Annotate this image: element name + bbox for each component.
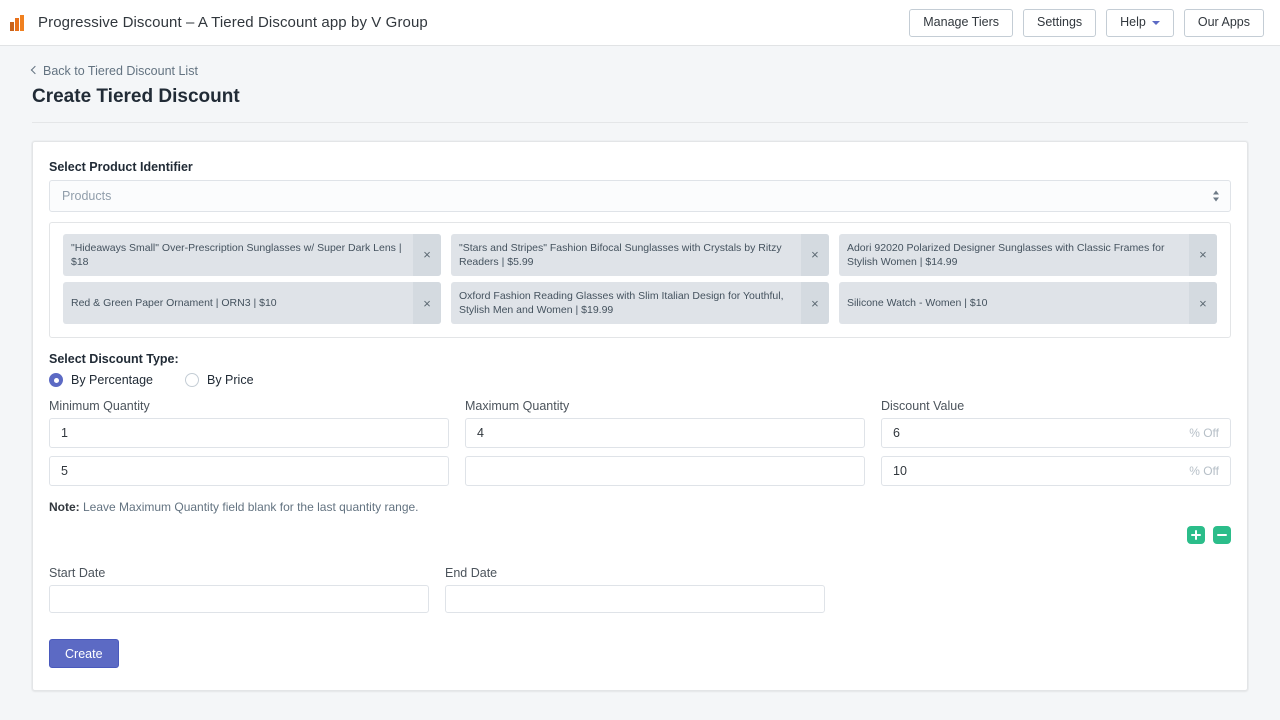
top-bar: Progressive Discount – A Tiered Discount… (0, 0, 1280, 46)
discount-value-label: Discount Value (881, 399, 965, 414)
app-title: Progressive Discount – A Tiered Discount… (38, 14, 428, 31)
page-container: Back to Tiered Discount List Create Tier… (0, 46, 1280, 692)
end-date-column: End Date (445, 566, 825, 621)
product-tag-label: Adori 92020 Polarized Designer Sunglasse… (846, 241, 1165, 268)
radio-by-price-input[interactable] (185, 373, 199, 388)
help-label: Help (1120, 15, 1146, 30)
product-tag-label: "Stars and Stripes" Fashion Bifocal Sung… (458, 241, 782, 268)
min-quantity-value-2: 5 (61, 464, 68, 479)
tag-cell: "Stars and Stripes" Fashion Bifocal Sung… (446, 231, 834, 279)
remove-product-icon[interactable]: × (800, 281, 829, 325)
product-tag: Adori 92020 Polarized Designer Sunglasse… (838, 233, 1217, 276)
back-link-label: Back to Tiered Discount List (43, 63, 198, 78)
max-quantity-note: Note: Leave Maximum Quantity field blank… (49, 500, 1231, 514)
chevron-up-icon (1213, 190, 1219, 194)
discount-suffix-2: % Off (1189, 464, 1219, 479)
min-quantity-value-1: 1 (61, 426, 68, 441)
product-tag: Silicone Watch - Women | $10 × (838, 281, 1217, 325)
start-date-column: Start Date (49, 566, 429, 621)
min-quantity-column: Minimum Quantity 1 5 (49, 399, 449, 494)
radio-by-price-label: By Price (207, 373, 254, 388)
discount-value-column: Discount Value 6 % Off 10 % Off (881, 399, 1231, 494)
max-quantity-input-row-1[interactable]: 4 (465, 418, 865, 449)
remove-product-icon[interactable]: × (412, 233, 441, 276)
tier-grid: Minimum Quantity 1 5 Maximum Quantity 4 … (49, 399, 1231, 494)
select-stepper-icon (1213, 190, 1219, 201)
back-to-list-link[interactable]: Back to Tiered Discount List (30, 63, 198, 78)
product-tag-label: Oxford Fashion Reading Glasses with Slim… (458, 289, 784, 317)
chevron-left-icon (30, 65, 40, 75)
max-quantity-input-row-2[interactable] (465, 456, 865, 487)
start-date-input[interactable] (49, 585, 429, 614)
minus-icon[interactable] (1213, 526, 1231, 545)
product-tag: "Hideaways Small" Over-Prescription Sung… (63, 233, 441, 276)
tag-cell: Adori 92020 Polarized Designer Sunglasse… (834, 231, 1222, 279)
product-tag-label: Silicone Watch - Women | $10 (846, 296, 988, 309)
product-select-placeholder: Products (62, 188, 112, 203)
chevron-down-icon (1151, 20, 1160, 25)
product-select[interactable]: Products (49, 179, 1231, 212)
product-tag: Oxford Fashion Reading Glasses with Slim… (450, 281, 829, 325)
discount-value-2: 10 (893, 464, 907, 479)
max-quantity-column: Maximum Quantity 4 (465, 399, 865, 494)
remove-product-icon[interactable]: × (800, 233, 829, 276)
min-quantity-input-row-1[interactable]: 1 (49, 418, 449, 449)
settings-button[interactable]: Settings (1022, 8, 1097, 37)
top-bar-actions: Manage Tiers Settings Help Our Apps (909, 8, 1264, 37)
tag-cell: "Hideaways Small" Over-Prescription Sung… (58, 231, 446, 279)
product-tag: "Stars and Stripes" Fashion Bifocal Sung… (450, 233, 829, 276)
start-date-label: Start Date (49, 566, 106, 581)
discount-value-input-row-2[interactable]: 10 % Off (881, 456, 1231, 487)
radio-by-percentage-label: By Percentage (71, 373, 153, 388)
radio-by-price[interactable]: By Price (185, 373, 254, 388)
product-identifier-label: Select Product Identifier (49, 159, 193, 174)
radio-by-percentage[interactable]: By Percentage (49, 373, 153, 388)
remove-product-icon[interactable]: × (1188, 233, 1217, 276)
date-range-row: Start Date End Date (49, 566, 1231, 621)
end-date-label: End Date (445, 566, 498, 581)
header-divider (32, 121, 1248, 123)
tag-cell: Red & Green Paper Ornament | ORN3 | $10 … (58, 279, 446, 327)
discount-type-label: Select Discount Type: (49, 352, 179, 367)
page-title: Create Tiered Discount (32, 85, 240, 107)
manage-tiers-button[interactable]: Manage Tiers (909, 8, 1013, 37)
settings-label: Settings (1036, 15, 1083, 30)
remove-product-icon[interactable]: × (412, 281, 441, 325)
product-tag-label: Red & Green Paper Ornament | ORN3 | $10 (71, 296, 277, 309)
create-button[interactable]: Create (49, 639, 119, 669)
note-text: Leave Maximum Quantity field blank for t… (79, 500, 419, 515)
note-prefix: Note: (49, 500, 80, 515)
tier-row-controls (49, 526, 1231, 545)
discount-value-input-row-1[interactable]: 6 % Off (881, 418, 1231, 449)
remove-product-icon[interactable]: × (1188, 281, 1217, 325)
max-quantity-value-1: 4 (477, 426, 484, 441)
help-button[interactable]: Help (1106, 8, 1174, 37)
our-apps-label: Our Apps (1197, 15, 1250, 30)
create-tiered-discount-card: Select Product Identifier Products "Hide… (32, 140, 1248, 692)
discount-suffix-1: % Off (1189, 426, 1219, 441)
min-quantity-input-row-2[interactable]: 5 (49, 456, 449, 487)
min-quantity-label: Minimum Quantity (49, 399, 150, 414)
our-apps-button[interactable]: Our Apps (1183, 8, 1264, 37)
product-tag-label: "Hideaways Small" Over-Prescription Sung… (71, 241, 402, 268)
app-brand: Progressive Discount – A Tiered Discount… (10, 14, 428, 31)
create-button-label: Create (65, 646, 103, 661)
end-date-input[interactable] (445, 585, 825, 614)
plus-icon[interactable] (1187, 526, 1205, 545)
manage-tiers-label: Manage Tiers (923, 15, 999, 30)
selected-products-container: "Hideaways Small" Over-Prescription Sung… (49, 221, 1231, 339)
max-quantity-label: Maximum Quantity (465, 399, 570, 414)
tag-cell: Silicone Watch - Women | $10 × (834, 279, 1222, 327)
chevron-down-icon (1213, 197, 1219, 201)
product-tag: Red & Green Paper Ornament | ORN3 | $10 … (63, 281, 441, 325)
bar-chart-logo-icon (10, 14, 28, 31)
discount-value-1: 6 (893, 426, 900, 441)
radio-by-percentage-input[interactable] (49, 373, 63, 388)
tag-cell: Oxford Fashion Reading Glasses with Slim… (446, 279, 834, 327)
discount-type-radio-group: By Percentage By Price (49, 373, 1231, 388)
